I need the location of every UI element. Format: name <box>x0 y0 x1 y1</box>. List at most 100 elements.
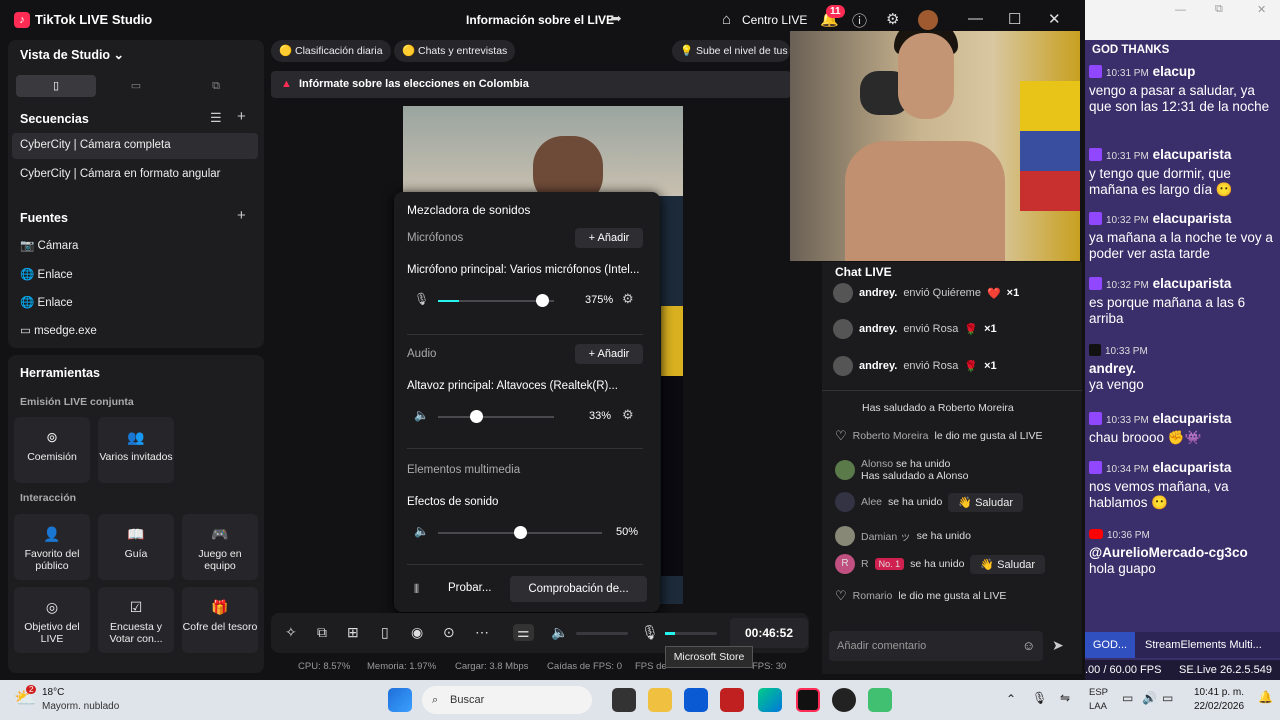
fps-drops-stat: Caídas de FPS: 0 <box>547 661 622 672</box>
mic-volume-knob[interactable] <box>536 294 550 307</box>
language-code[interactable]: ESP <box>1089 687 1108 698</box>
multi-guest-button[interactable]: 👥 Varios invitados <box>98 417 174 483</box>
tiktok-taskbar-icon[interactable] <box>796 688 820 712</box>
network-icon[interactable]: ▭ <box>1122 691 1133 705</box>
edge-icon[interactable] <box>758 688 782 712</box>
fan-favorite-button[interactable]: 👤 Favorito del público <box>14 514 90 580</box>
speaker-icon[interactable]: 🔈 <box>414 408 429 422</box>
settings-icon[interactable]: ⚙ <box>622 291 634 307</box>
microphone-icon[interactable]: 🎙 <box>1032 691 1047 705</box>
speaker-volume-knob[interactable] <box>470 410 484 423</box>
tab-god[interactable]: GOD... <box>1085 632 1135 658</box>
source-item[interactable]: 🌐 Enlace <box>20 295 73 309</box>
treasure-chest-button[interactable]: 🎁 Cofre del tesoro <box>182 587 258 653</box>
mic-volume-slider[interactable] <box>438 294 554 307</box>
chat-user: Damian ッ <box>861 530 911 543</box>
emoji-icon[interactable]: ☺ <box>1022 638 1035 653</box>
speaker-volume-slider[interactable] <box>438 410 554 423</box>
add-audio-button[interactable]: + Añadir <box>575 344 643 364</box>
tab-streamelements[interactable]: StreamElements Multi... <box>1145 632 1262 658</box>
source-label: Enlace <box>37 269 73 281</box>
send-icon[interactable]: ➤ <box>1052 637 1064 654</box>
minimize-icon[interactable]: — <box>1175 4 1186 16</box>
maximize-icon[interactable]: ☐ <box>1008 10 1021 28</box>
camera-icon: 📷 <box>20 240 35 252</box>
share-icon[interactable]: ➦ <box>610 10 622 27</box>
app-icon[interactable] <box>720 688 744 712</box>
device-icon[interactable]: ⇋ <box>1060 691 1070 705</box>
source-item[interactable]: 📷 Cámara <box>20 238 78 252</box>
capture-icon[interactable]: ⊙ <box>443 624 455 641</box>
add-sequence-icon[interactable]: + <box>237 108 246 125</box>
microphone-icon[interactable]: 🎙 <box>641 624 659 641</box>
chat-title: Chat LIVE <box>835 265 892 279</box>
speaker-icon[interactable]: 🔈 <box>414 524 429 538</box>
close-icon[interactable]: ✕ <box>1048 10 1061 28</box>
add-scene-icon[interactable]: ⊞ <box>347 624 359 641</box>
comment-input[interactable]: Añadir comentario <box>829 631 1043 661</box>
task-view-icon[interactable] <box>612 688 636 712</box>
windows-start-icon[interactable] <box>388 688 412 712</box>
tab-bar: GOD... StreamElements Multi... <box>1085 632 1280 658</box>
chevron-up-icon[interactable]: ⌃ <box>1006 692 1016 706</box>
clock-time[interactable]: 10:41 p. m. <box>1194 687 1244 698</box>
effects-volume-knob[interactable] <box>514 526 527 539</box>
live-info-title[interactable]: Información sobre el LIVE <box>466 13 614 27</box>
greet-button[interactable]: 👋 Saludar <box>948 492 1023 512</box>
test-button[interactable]: Probar... <box>448 582 491 594</box>
guide-button[interactable]: 📖 Guía <box>98 514 174 580</box>
speaker-icon[interactable]: 🔈 <box>551 624 568 641</box>
team-game-button[interactable]: 🎮 Juego en equipo <box>182 514 258 580</box>
effects-icon[interactable]: ⧉ <box>317 624 327 641</box>
effects-volume-slider[interactable] <box>438 526 602 539</box>
settings-icon[interactable]: ⚙ <box>622 407 634 423</box>
close-icon[interactable]: ✕ <box>1257 3 1266 16</box>
source-item[interactable]: 🌐 Enlace <box>20 267 73 281</box>
chats-pill[interactable]: 🟡 Chats y entrevistas <box>394 40 516 62</box>
gear-icon[interactable]: ⚙ <box>886 10 899 28</box>
avatar[interactable] <box>918 10 938 30</box>
sequence-item[interactable]: CyberCity | Cámara en formato angular <box>20 168 221 180</box>
election-banner[interactable]: ▲ Infórmate sobre las elecciones en Colom… <box>271 71 791 98</box>
cohost-button[interactable]: ⊚ Coemisión <box>14 417 90 483</box>
add-mic-button[interactable]: + Añadir <box>575 228 643 248</box>
help-icon[interactable]: ⓘ <box>852 10 867 31</box>
greet-button[interactable]: 👋 Saludar <box>970 554 1046 574</box>
minimize-icon[interactable]: — <box>968 10 983 27</box>
language-layout[interactable]: LAA <box>1089 701 1107 712</box>
daily-ranking-pill[interactable]: 🟡 Clasificación diaria <box>271 40 391 62</box>
poll-button[interactable]: ☑ Encuesta y Votar con... <box>98 587 174 653</box>
sequence-item[interactable]: CyberCity | Cámara completa <box>20 139 171 151</box>
level-up-pill[interactable]: 💡 Sube el nivel de tus <box>672 40 790 62</box>
notifications-icon[interactable]: 🔔 <box>1258 690 1273 704</box>
mixer-toggle-icon[interactable]: ⚌ <box>513 624 534 641</box>
magic-icon[interactable]: ✧ <box>285 624 297 641</box>
phone-icon[interactable]: ▯ <box>381 624 389 641</box>
file-explorer-icon[interactable] <box>648 688 672 712</box>
clock-date[interactable]: 22/02/2026 <box>1194 701 1244 712</box>
tools-panel: Herramientas Emisión LIVE conjunta ⊚ Coem… <box>8 355 264 673</box>
home-icon[interactable]: ⌂ <box>722 11 731 28</box>
dual-icon[interactable]: ⧉ <box>176 75 256 97</box>
live-goal-button[interactable]: ◎ Objetivo del LIVE <box>14 587 90 653</box>
more-icon[interactable]: ⋯ <box>475 624 489 641</box>
greet-label: Saludar <box>997 558 1036 571</box>
studio-view-dropdown[interactable]: Vista de Studio ⌄ <box>20 47 124 62</box>
restore-icon[interactable]: ⧉ <box>1215 3 1223 16</box>
volume-icon[interactable]: 🔊 <box>1142 691 1157 705</box>
microphone-icon[interactable]: 🎙 <box>414 292 429 306</box>
microsoft-store-icon[interactable] <box>684 688 708 712</box>
obs-icon[interactable] <box>832 688 856 712</box>
battery-icon[interactable]: ▭ <box>1162 691 1173 705</box>
record-icon[interactable]: ◉ <box>411 624 423 641</box>
list-icon[interactable]: ☰ <box>210 110 222 126</box>
chat-message: Alee se ha unido 👋 Saludar <box>835 492 1023 512</box>
landscape-icon[interactable]: ▭ <box>96 75 176 97</box>
add-source-icon[interactable]: + <box>237 207 246 224</box>
search-box[interactable]: ⌕ Buscar <box>422 686 592 714</box>
check-button[interactable]: Comprobación de... <box>510 576 647 602</box>
live-center-link[interactable]: Centro LIVE <box>742 13 807 27</box>
portrait-icon[interactable]: ▯ <box>16 75 96 97</box>
chat-app-icon[interactable] <box>868 688 892 712</box>
source-item[interactable]: ▭ msedge.exe <box>20 323 97 337</box>
